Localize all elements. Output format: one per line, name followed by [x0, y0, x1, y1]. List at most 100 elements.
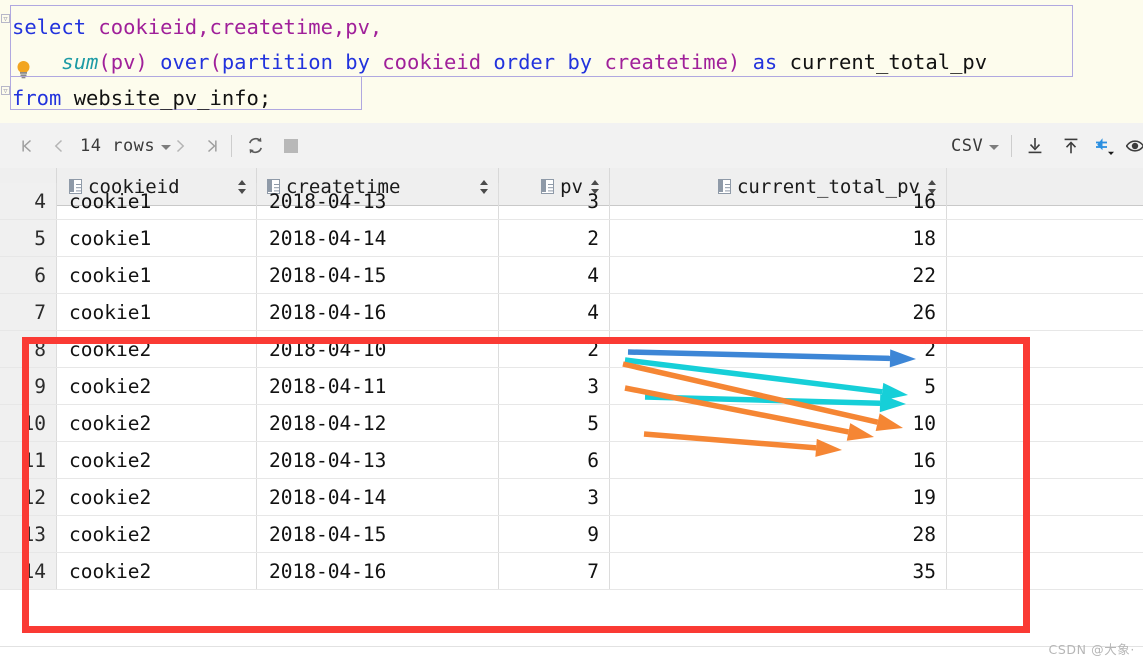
- cell-createtime[interactable]: 2018-04-14: [257, 220, 499, 256]
- watermark: CSDN @大象·: [1048, 642, 1135, 657]
- chevron-down-icon: [989, 145, 1000, 150]
- cell-pv[interactable]: 3: [499, 479, 610, 515]
- cell-pv[interactable]: 2: [499, 331, 610, 367]
- stop-icon[interactable]: [276, 123, 306, 168]
- prev-page-icon[interactable]: [46, 123, 72, 168]
- cell-current-total-pv[interactable]: 35: [610, 553, 947, 589]
- cell-createtime[interactable]: 2018-04-10: [257, 331, 499, 367]
- cell-pv[interactable]: 4: [499, 257, 610, 293]
- cell-rownum[interactable]: 7: [0, 294, 57, 330]
- cell-cookieid[interactable]: cookie2: [57, 405, 257, 441]
- cell-createtime[interactable]: 2018-04-15: [257, 257, 499, 293]
- cell-current-total-pv[interactable]: 16: [610, 183, 947, 219]
- next-page-icon[interactable]: [167, 123, 193, 168]
- cell-createtime[interactable]: 2018-04-12: [257, 405, 499, 441]
- cell-rownum[interactable]: 6: [0, 257, 57, 293]
- cell-pv[interactable]: 2: [499, 220, 610, 256]
- code-line-2: sum(pv) over(partition by cookieid order…: [12, 50, 987, 74]
- cell-cookieid[interactable]: cookie2: [57, 479, 257, 515]
- grid-body: 4 cookie1 2018-04-13 3 16 5 cookie1 2018-04-14 2…: [0, 183, 1143, 590]
- code-token: partition by: [221, 50, 383, 74]
- code-token: as: [740, 50, 790, 74]
- cell-cookieid[interactable]: cookie2: [57, 553, 257, 589]
- download-icon[interactable]: [1020, 123, 1050, 168]
- code-token: sum: [61, 50, 99, 74]
- cell-pv[interactable]: 6: [499, 442, 610, 478]
- last-page-icon[interactable]: [199, 123, 225, 168]
- code-token: from: [12, 86, 74, 110]
- code-line-1: select cookieid,createtime,pv,: [12, 15, 383, 39]
- app-root: ▽ ▽ select cookieid,createtime,pv, sum(p…: [0, 0, 1143, 665]
- code-line-3: from website_pv_info;: [12, 86, 272, 110]
- cell-current-total-pv[interactable]: 19: [610, 479, 947, 515]
- cell-cookieid[interactable]: cookie2: [57, 516, 257, 552]
- first-page-icon[interactable]: [14, 123, 40, 168]
- result-grid[interactable]: cookieid createtime pv current_total_pv …: [0, 168, 1143, 665]
- cell-rownum[interactable]: 12: [0, 479, 57, 515]
- table-row[interactable]: 12 cookie2 2018-04-14 3 19: [0, 479, 1143, 516]
- cell-current-total-pv[interactable]: 10: [610, 405, 947, 441]
- cell-rownum[interactable]: 13: [0, 516, 57, 552]
- cell-current-total-pv[interactable]: 18: [610, 220, 947, 256]
- cell-cookieid[interactable]: cookie2: [57, 331, 257, 367]
- table-row[interactable]: 6 cookie1 2018-04-15 4 22: [0, 257, 1143, 294]
- sql-editor[interactable]: ▽ ▽ select cookieid,createtime,pv, sum(p…: [0, 0, 1143, 124]
- cell-createtime[interactable]: 2018-04-15: [257, 516, 499, 552]
- result-toolbar: 14 rows CSV: [0, 123, 1143, 169]
- fold-marker-icon[interactable]: ▽: [1, 14, 10, 23]
- export-format-label: CSV: [951, 135, 984, 156]
- code-token: cookieid,createtime,pv,: [98, 15, 383, 39]
- export-format-dropdown[interactable]: CSV: [951, 123, 1000, 168]
- table-row[interactable]: 8 cookie2 2018-04-10 2 2: [0, 331, 1143, 368]
- cell-rownum[interactable]: 5: [0, 220, 57, 256]
- cell-pv[interactable]: 3: [499, 183, 610, 219]
- cell-current-total-pv[interactable]: 26: [610, 294, 947, 330]
- cell-pv[interactable]: 5: [499, 405, 610, 441]
- fold-marker-icon[interactable]: ▽: [1, 86, 10, 95]
- cell-rownum[interactable]: 10: [0, 405, 57, 441]
- cell-current-total-pv[interactable]: 28: [610, 516, 947, 552]
- table-row[interactable]: 10 cookie2 2018-04-12 5 10: [0, 405, 1143, 442]
- cell-cookieid[interactable]: cookie1: [57, 183, 257, 219]
- cell-current-total-pv[interactable]: 22: [610, 257, 947, 293]
- table-row[interactable]: 14 cookie2 2018-04-16 7 35: [0, 553, 1143, 590]
- cell-rownum[interactable]: 9: [0, 368, 57, 404]
- cell-createtime[interactable]: 2018-04-13: [257, 442, 499, 478]
- upload-icon[interactable]: [1056, 123, 1086, 168]
- table-row[interactable]: 13 cookie2 2018-04-15 9 28: [0, 516, 1143, 553]
- table-row[interactable]: 5 cookie1 2018-04-14 2 18: [0, 220, 1143, 257]
- table-row[interactable]: 11 cookie2 2018-04-13 6 16: [0, 442, 1143, 479]
- cell-current-total-pv[interactable]: 2: [610, 331, 947, 367]
- code-token: select: [12, 15, 99, 39]
- cell-current-total-pv[interactable]: 5: [610, 368, 947, 404]
- transpose-icon[interactable]: [1089, 123, 1123, 168]
- table-row[interactable]: 7 cookie1 2018-04-16 4 26: [0, 294, 1143, 331]
- cell-cookieid[interactable]: cookie1: [57, 220, 257, 256]
- cell-pv[interactable]: 7: [499, 553, 610, 589]
- cell-cookieid[interactable]: cookie2: [57, 442, 257, 478]
- rows-count-dropdown[interactable]: 14 rows: [80, 123, 172, 168]
- cell-createtime[interactable]: 2018-04-14: [257, 479, 499, 515]
- cell-cookieid[interactable]: cookie1: [57, 294, 257, 330]
- cell-createtime[interactable]: 2018-04-16: [257, 294, 499, 330]
- cell-createtime[interactable]: 2018-04-11: [257, 368, 499, 404]
- cell-createtime[interactable]: 2018-04-13: [257, 183, 499, 219]
- cell-rownum[interactable]: 8: [0, 331, 57, 367]
- cell-pv[interactable]: 3: [499, 368, 610, 404]
- cell-pv[interactable]: 4: [499, 294, 610, 330]
- table-row[interactable]: 4 cookie1 2018-04-13 3 16: [0, 183, 1143, 220]
- cell-current-total-pv[interactable]: 16: [610, 442, 947, 478]
- code-token: ;: [258, 86, 272, 110]
- cell-cookieid[interactable]: cookie2: [57, 368, 257, 404]
- cell-rownum[interactable]: 11: [0, 442, 57, 478]
- cell-rownum[interactable]: 4: [0, 183, 57, 219]
- table-row[interactable]: 9 cookie2 2018-04-11 3 5: [0, 368, 1143, 405]
- code-token: over: [147, 50, 210, 74]
- refresh-icon[interactable]: [240, 123, 270, 168]
- cell-createtime[interactable]: 2018-04-16: [257, 553, 499, 589]
- cell-cookieid[interactable]: cookie1: [57, 257, 257, 293]
- cell-rownum[interactable]: 14: [0, 553, 57, 589]
- cell-pv[interactable]: 9: [499, 516, 610, 552]
- eye-icon[interactable]: [1124, 123, 1143, 168]
